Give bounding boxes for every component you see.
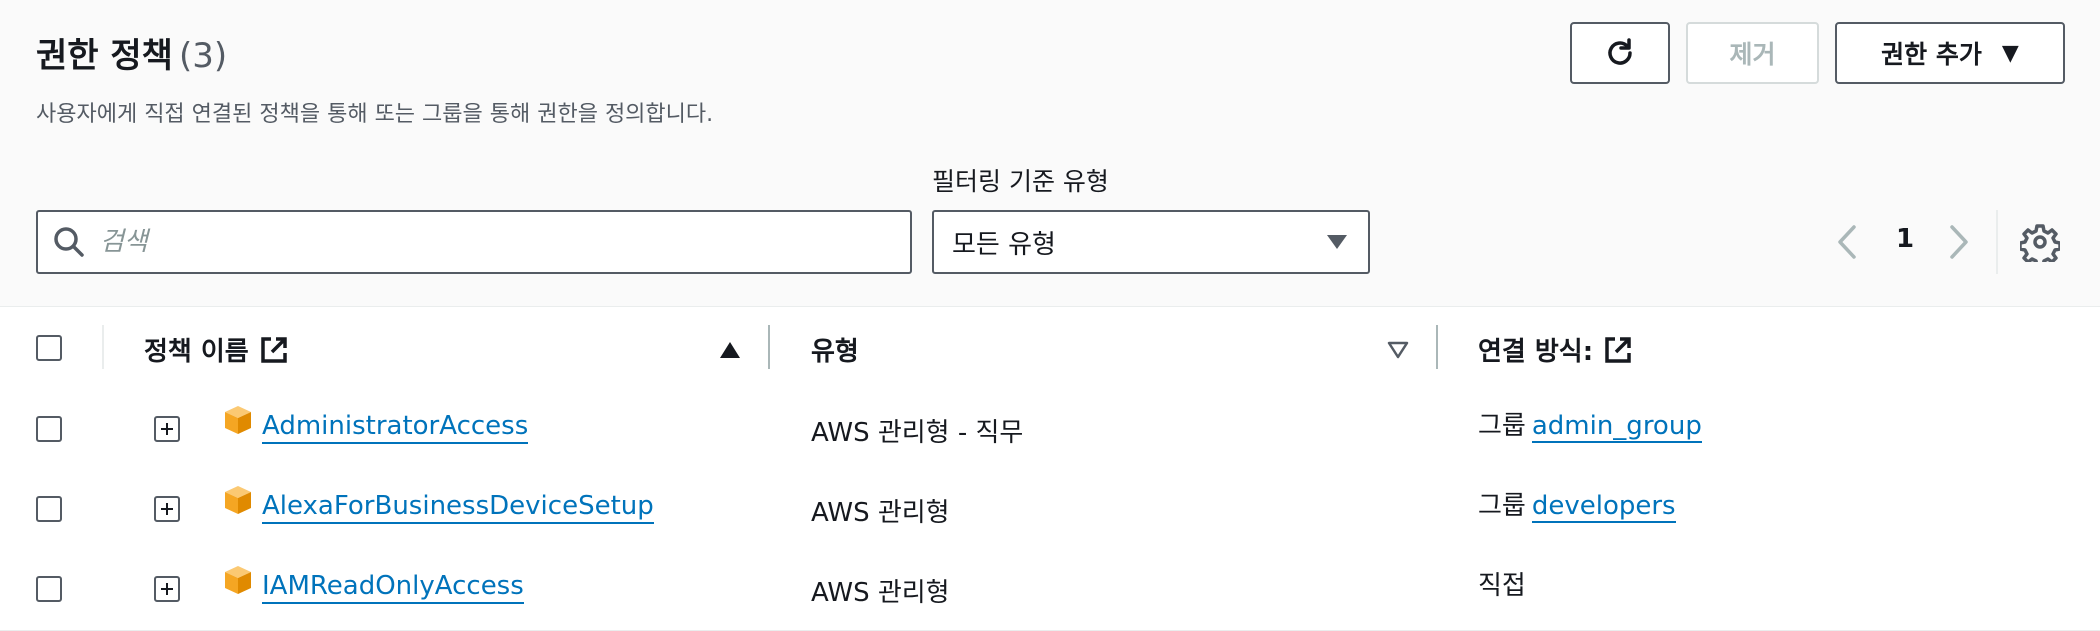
external-link-icon [1605,336,1631,363]
caret-down-icon [1327,235,1347,249]
aws-managed-policy-icon [225,406,251,434]
attached-via-cell: 그룹 admin_group [1478,410,1702,443]
policy-type: AWS 관리형 - 직무 [811,418,1024,448]
column-header-attached-via-label: 연결 방식: [1478,337,1594,367]
row-checkbox[interactable] [36,416,62,442]
remove-button[interactable]: 제거 [1686,22,1819,84]
aws-managed-policy-icon [225,486,251,514]
attached-via-cell: 그룹 developers [1478,490,1676,523]
add-permissions-label: 권한 추가 [1881,40,1982,69]
row-checkbox[interactable] [36,496,62,522]
sort-ascending-icon[interactable] [719,341,741,359]
table-header: 정책 이름 유형 연결 방식: [0,306,2100,391]
page-description: 사용자에게 직접 연결된 정책을 통해 또는 그룹을 통해 권한을 정의합니다. [36,102,714,127]
table-row: IAMReadOnlyAccess AWS 관리형 직접 [0,550,2100,631]
policy-type: AWS 관리형 [811,578,950,608]
expand-row-button[interactable] [154,496,180,522]
policy-type: AWS 관리형 [811,498,950,528]
policy-link[interactable]: IAMReadOnlyAccess [262,570,524,604]
search-icon [54,227,84,257]
column-header-type-label: 유형 [811,337,859,367]
column-divider [768,325,770,369]
column-divider [102,325,104,369]
current-page-number[interactable]: 1 [1896,224,1914,254]
group-link[interactable]: developers [1531,491,1676,523]
pagination-divider [1996,210,1998,274]
policy-link[interactable]: AdministratorAccess [262,410,529,444]
attached-via-text: 그룹 [1478,411,1526,441]
table-row: AlexaForBusinessDeviceSetup AWS 관리형 그룹 de… [0,470,2100,551]
attached-via-text: 직접 [1478,571,1526,601]
attached-via-cell: 직접 [1478,570,1526,602]
expand-row-button[interactable] [154,416,180,442]
refresh-button[interactable] [1570,22,1670,84]
chevron-left-icon[interactable] [1834,224,1860,260]
column-header-policy-name-label: 정책 이름 [144,337,249,367]
title-text: 권한 정책 [36,36,173,76]
gear-icon[interactable] [2020,222,2060,262]
column-header-attached-via[interactable]: 연결 방식: [1478,331,1633,368]
group-link[interactable]: admin_group [1531,411,1702,443]
policy-count: (3) [178,36,228,76]
permissions-panel-header: 권한 정책 (3) 사용자에게 직접 연결된 정책을 통해 또는 그룹을 통해 권… [0,0,2100,306]
filter-type-label: 필터링 기준 유형 [932,167,1109,196]
chevron-right-icon[interactable] [1946,224,1972,260]
page-title: 권한 정책 (3) [36,28,227,77]
add-permissions-button[interactable]: 권한 추가 ▼ [1835,22,2065,84]
column-divider [1436,325,1438,369]
search-input[interactable] [98,226,882,258]
search-field[interactable] [36,210,912,274]
column-header-type[interactable]: 유형 [811,331,859,368]
type-filter-value: 모든 유형 [952,229,1056,260]
aws-managed-policy-icon [225,566,251,594]
sort-descending-icon[interactable] [1387,341,1409,359]
expand-row-button[interactable] [154,576,180,602]
caret-down-icon: ▼ [2001,40,2019,66]
select-all-checkbox[interactable] [36,335,62,361]
table-row: AdministratorAccess AWS 관리형 - 직무 그룹 admin… [0,390,2100,471]
refresh-icon [1608,38,1632,65]
type-filter-select[interactable]: 모든 유형 [932,210,1370,274]
attached-via-text: 그룹 [1478,491,1526,521]
row-checkbox[interactable] [36,576,62,602]
policy-link[interactable]: AlexaForBusinessDeviceSetup [262,490,654,524]
external-link-icon [260,336,287,363]
column-header-policy-name[interactable]: 정책 이름 [144,331,289,368]
